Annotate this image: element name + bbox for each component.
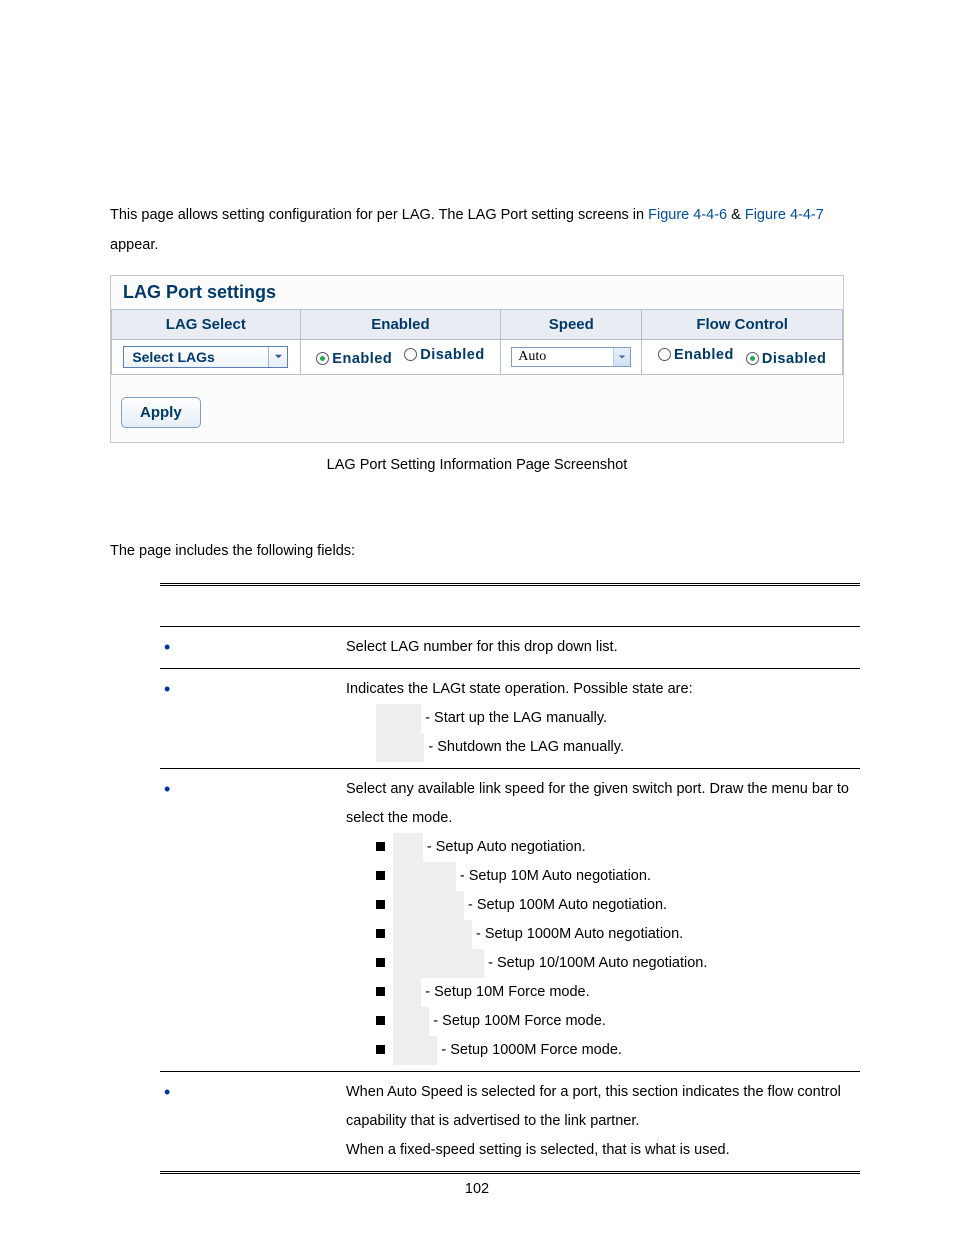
fields-lead: The page includes the following fields: [110,543,844,559]
square-bullet-icon [376,987,385,996]
panel-title: LAG Port settings [111,276,843,309]
square-bullet-icon [376,1016,385,1025]
screenshot-panel: LAG Port settings LAG Select Enabled Spe… [110,275,844,443]
square-bullet-icon [376,900,385,909]
square-bullet-icon [376,1045,385,1054]
bullet-icon: • [164,779,170,799]
table-row: • Select LAG number for this drop down l… [160,626,860,668]
intro-pre: This page allows setting configuration f… [110,207,648,223]
fields-table: • Select LAG number for this drop down l… [160,583,860,1174]
flowcontrol-radio-disabled[interactable]: Disabled [746,351,826,367]
screenshot-caption: LAG Port Setting Information Page Screen… [110,457,844,473]
radio-unselected-icon [658,348,671,361]
col-lag-select: LAG Select [112,309,301,339]
select-lags-label: Select LAGs [132,349,214,365]
figure-link-4-4-7[interactable]: Figure 4-4-7 [745,207,824,223]
square-bullet-icon [376,871,385,880]
flowcontrol-radio-enabled[interactable]: Enabled [658,347,734,363]
enabled-radio-disabled[interactable]: Disabled [404,347,484,363]
square-bullet-icon [376,929,385,938]
table-row: • When Auto Speed is selected for a port… [160,1071,860,1172]
bullet-icon: • [164,679,170,699]
bullet-icon: • [164,637,170,657]
col-flow-control: Flow Control [642,309,843,339]
col-speed: Speed [501,309,642,339]
enabled-radio-enabled[interactable]: Enabled [316,351,392,367]
apply-button[interactable]: Apply [121,397,201,428]
radio-selected-icon [316,352,329,365]
select-lags-dropdown[interactable]: Select LAGs [123,346,288,368]
col-enabled: Enabled [300,309,501,339]
radio-label: Enabled [674,347,734,363]
settings-grid: LAG Select Enabled Speed Flow Control Se… [111,309,843,375]
desc-speed: Select any available link speed for the … [342,768,860,1071]
radio-selected-icon [746,352,759,365]
table-row: • Select any available link speed for th… [160,768,860,1071]
intro-amp: & [731,207,745,223]
figure-link-4-4-6[interactable]: Figure 4-4-6 [648,207,727,223]
square-bullet-icon [376,842,385,851]
radio-unselected-icon [404,348,417,361]
intro-post: appear. [110,237,158,253]
chevron-down-icon [613,348,630,366]
radio-label: Disabled [420,347,484,363]
caret-down-icon [268,347,287,367]
intro-text: This page allows setting configuration f… [110,200,844,261]
bullet-icon: • [164,1082,170,1102]
radio-label: Enabled [332,351,392,367]
speed-value: Auto [512,348,613,366]
desc-flow-control: When Auto Speed is selected for a port, … [342,1071,860,1172]
speed-select[interactable]: Auto [511,347,631,367]
desc-lag-select: Select LAG number for this drop down lis… [342,626,860,668]
radio-label: Disabled [762,351,826,367]
desc-enabled: Indicates the LAGt state operation. Poss… [342,668,860,768]
square-bullet-icon [376,958,385,967]
table-row: • Indicates the LAGt state operation. Po… [160,668,860,768]
page-number: 102 [0,1181,954,1197]
